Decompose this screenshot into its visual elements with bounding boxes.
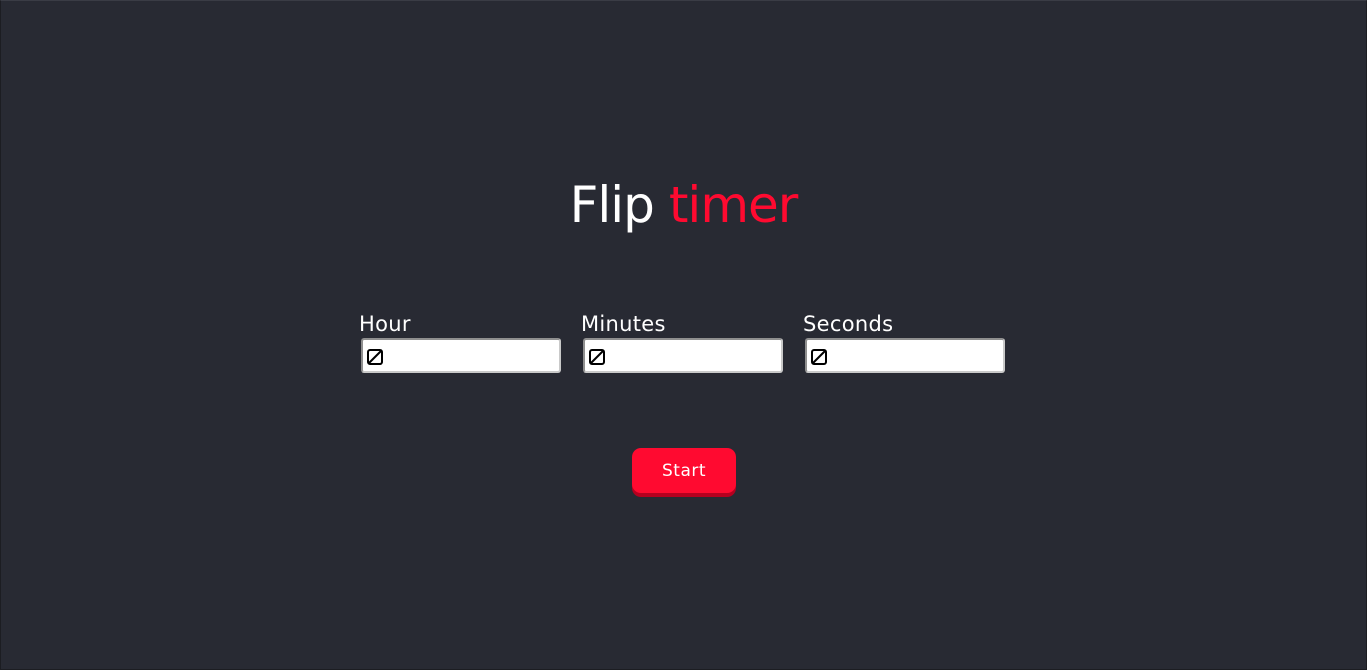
- hour-label: Hour: [359, 312, 411, 336]
- minutes-label: Minutes: [581, 312, 666, 336]
- minutes-field: Minutes: [581, 311, 787, 373]
- start-button[interactable]: Start: [632, 448, 736, 493]
- no-symbol-icon: [811, 349, 827, 365]
- minutes-input-box[interactable]: [583, 338, 783, 373]
- minutes-input[interactable]: [611, 340, 777, 371]
- title-word-timer: timer: [668, 176, 799, 234]
- page-title: Flip timer: [0, 174, 1367, 236]
- seconds-label: Seconds: [803, 312, 894, 336]
- hour-input[interactable]: [389, 340, 555, 371]
- no-symbol-icon: [367, 349, 383, 365]
- seconds-field: Seconds: [803, 311, 1009, 373]
- title-word-flip: Flip: [569, 176, 655, 234]
- hour-field: Hour: [359, 311, 565, 373]
- seconds-input[interactable]: [833, 340, 999, 371]
- seconds-input-box[interactable]: [805, 338, 1005, 373]
- hour-input-box[interactable]: [361, 338, 561, 373]
- no-symbol-icon: [589, 349, 605, 365]
